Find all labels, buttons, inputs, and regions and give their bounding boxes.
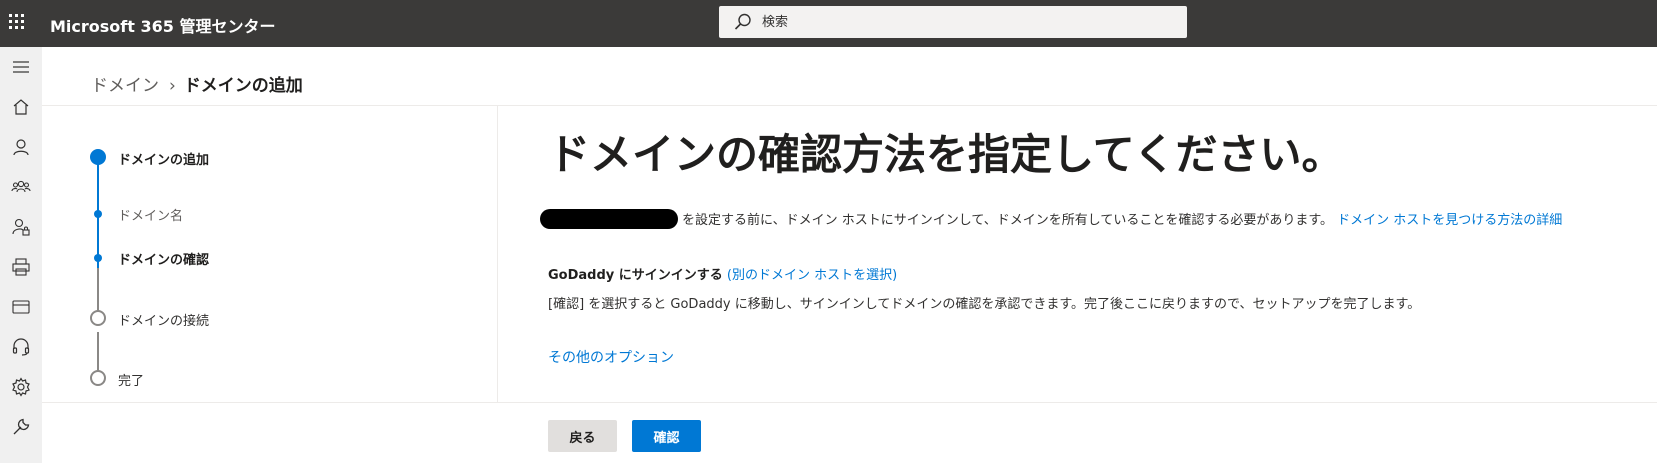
breadcrumb-current: ドメインの追加 xyxy=(183,76,303,96)
description: を設定する前に、ドメイン ホストにサインインして、ドメインを所有していることを確… xyxy=(540,209,1562,229)
step-label-connect-domain: ドメインの接続 xyxy=(118,314,210,329)
find-domain-host-link[interactable]: ドメイン ホストを見つける方法の詳細 xyxy=(1337,213,1562,228)
left-nav xyxy=(0,47,42,463)
search-box[interactable] xyxy=(719,6,1187,38)
panel-divider xyxy=(497,106,498,402)
search-input[interactable] xyxy=(762,6,1172,38)
step-indicator-pending xyxy=(90,310,106,326)
breadcrumb: ドメイン › ドメインの追加 xyxy=(91,71,303,96)
page-title: ドメインの確認方法を指定してください。 xyxy=(548,130,1344,179)
step-indicator-pending xyxy=(90,370,106,386)
footer-divider xyxy=(42,402,1657,403)
headset-icon[interactable] xyxy=(7,333,35,361)
step-label-finish: 完了 xyxy=(118,374,145,389)
step-indicator-current xyxy=(90,149,106,165)
credit-card-icon[interactable] xyxy=(7,293,35,321)
breadcrumb-domains-link[interactable]: ドメイン xyxy=(91,76,159,96)
printer-icon[interactable] xyxy=(7,253,35,281)
more-options-link[interactable]: その他のオプション xyxy=(548,347,674,367)
step-label-add-domain: ドメインの追加 xyxy=(118,153,210,168)
provider-signin-text: GoDaddy にサインインする xyxy=(548,268,723,283)
hamburger-icon[interactable] xyxy=(7,53,35,81)
step-label-verify-domain: ドメインの確認 xyxy=(118,253,210,268)
wizard-stepper: ドメインの追加 ドメイン名 ドメインの確認 ドメインの接続 完了 xyxy=(80,140,480,400)
breadcrumb-separator-icon: › xyxy=(169,76,176,96)
provider-line: GoDaddy にサインインする (別のドメイン ホストを選択) xyxy=(548,264,897,283)
top-bar: Microsoft 365 管理センター xyxy=(0,0,1657,47)
stepper-line xyxy=(97,268,99,316)
back-button[interactable]: 戻る xyxy=(548,420,617,452)
confirm-button[interactable]: 確認 xyxy=(632,420,701,452)
home-icon[interactable] xyxy=(7,93,35,121)
wrench-icon[interactable] xyxy=(7,413,35,441)
verify-info-text: [確認] を選択すると GoDaddy に移動し、サインインしてドメインの確認を… xyxy=(548,297,1421,312)
choose-other-host-link[interactable]: (別のドメイン ホストを選択) xyxy=(727,268,897,283)
header-divider xyxy=(42,105,1657,106)
step-indicator-completed xyxy=(94,210,102,218)
app-launcher-icon[interactable] xyxy=(9,14,27,32)
app-title[interactable]: Microsoft 365 管理センター xyxy=(50,13,275,37)
description-text: を設定する前に、ドメイン ホストにサインインして、ドメインを所有していることを確… xyxy=(682,213,1334,228)
user-icon[interactable] xyxy=(7,133,35,161)
group-icon[interactable] xyxy=(7,173,35,201)
step-label-domain-name: ドメイン名 xyxy=(118,209,184,224)
user-lock-icon[interactable] xyxy=(7,213,35,241)
search-icon xyxy=(734,13,751,30)
gear-icon[interactable] xyxy=(7,373,35,401)
redacted-domain xyxy=(540,209,678,229)
step-indicator-current-sub xyxy=(94,254,102,262)
